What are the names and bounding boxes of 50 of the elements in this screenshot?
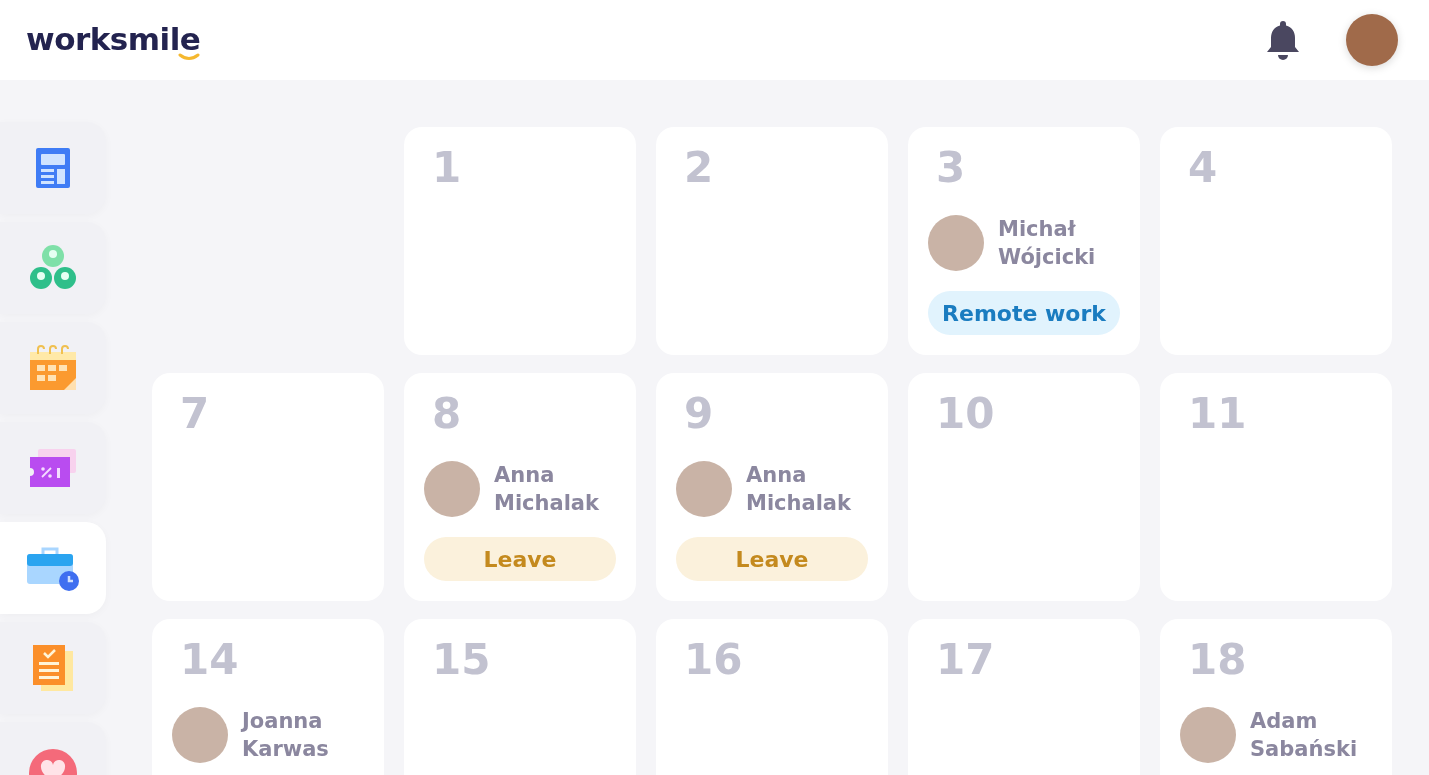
logo[interactable]: worksmile xyxy=(26,23,201,55)
employee-name: Anna Michalak xyxy=(746,462,852,517)
calendar-icon xyxy=(28,344,78,392)
day-number: 14 xyxy=(179,635,240,685)
avatar xyxy=(172,707,228,763)
coupon-icon xyxy=(28,447,78,489)
day-number: 2 xyxy=(683,143,715,193)
status-badge: Remote work xyxy=(928,291,1120,335)
day-card[interactable]: 14 Joanna Karwas xyxy=(152,619,384,775)
day-card[interactable]: 11 xyxy=(1160,373,1392,601)
status-badge: Leave xyxy=(424,537,616,581)
day-card[interactable]: 8 Anna Michalak Leave xyxy=(404,373,636,601)
day-number: 1 xyxy=(431,143,463,193)
checklist-icon xyxy=(31,643,75,693)
newspaper-icon xyxy=(34,146,72,190)
avatar xyxy=(928,215,984,271)
day-number: 17 xyxy=(935,635,996,685)
day-number: 18 xyxy=(1187,635,1248,685)
employee-name: Michał Wójcicki xyxy=(998,216,1097,271)
employee-name: Joanna Karwas xyxy=(242,708,330,763)
day-number: 9 xyxy=(683,389,715,439)
day-card[interactable]: 7 xyxy=(152,373,384,601)
status-badge: Leave xyxy=(676,537,868,581)
day-number: 11 xyxy=(1187,389,1248,439)
avatar xyxy=(676,461,732,517)
sidebar-item[interactable] xyxy=(0,522,106,614)
notifications-bell-icon[interactable] xyxy=(1266,19,1300,61)
day-number: 7 xyxy=(179,389,211,439)
day-card[interactable]: 1 xyxy=(404,127,636,355)
day-number: 10 xyxy=(935,389,996,439)
user-avatar[interactable] xyxy=(1346,14,1398,66)
employee-name: Adam Sabański xyxy=(1250,708,1359,763)
avatar xyxy=(424,461,480,517)
day-number: 16 xyxy=(683,635,744,685)
day-number: 3 xyxy=(935,143,967,193)
day-number: 8 xyxy=(431,389,463,439)
day-card[interactable]: 17 xyxy=(908,619,1140,775)
day-card[interactable]: 15 xyxy=(404,619,636,775)
day-card[interactable]: 2 xyxy=(656,127,888,355)
avatar xyxy=(1180,707,1236,763)
day-card[interactable]: 16 xyxy=(656,619,888,775)
day-card[interactable]: 4 xyxy=(1160,127,1392,355)
day-number: 4 xyxy=(1187,143,1219,193)
day-card[interactable]: 18 Adam Sabański xyxy=(1160,619,1392,775)
day-card[interactable]: 3 Michał Wójcicki Remote work xyxy=(908,127,1140,355)
smile-icon xyxy=(178,53,201,61)
employee-name: Anna Michalak xyxy=(494,462,600,517)
day-card[interactable]: 10 xyxy=(908,373,1140,601)
day-card[interactable]: 9 Anna Michalak Leave xyxy=(656,373,888,601)
day-number: 15 xyxy=(431,635,492,685)
